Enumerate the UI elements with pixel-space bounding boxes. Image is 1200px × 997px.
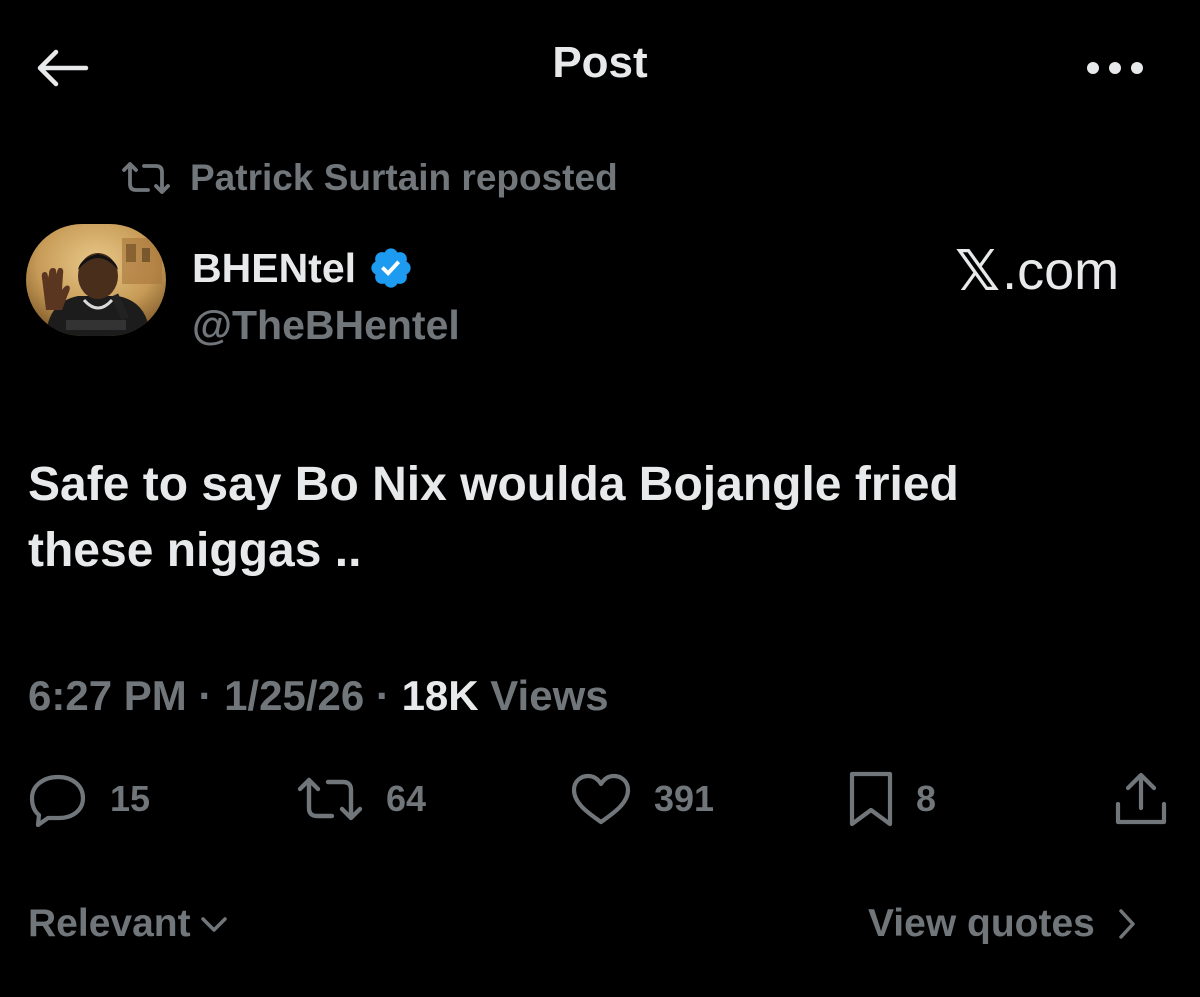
verified-badge-icon — [371, 248, 411, 288]
more-horizontal-icon — [1087, 62, 1143, 74]
post-text: Safe to say Bo Nix woulda Bojangle fried… — [28, 458, 959, 577]
share-icon — [1115, 772, 1167, 825]
repost-button[interactable]: 64 — [296, 768, 426, 830]
bookmark-button[interactable]: 8 — [848, 768, 936, 830]
repost-indicator[interactable]: Patrick Surtain reposted — [120, 152, 618, 204]
repost-text: Patrick Surtain reposted — [190, 157, 618, 198]
bookmark-icon — [849, 771, 893, 827]
source-label: .com — [1002, 241, 1120, 301]
meta-separator: · — [198, 672, 213, 719]
post-date: 1/25/26 — [224, 672, 365, 719]
reply-button[interactable]: 15 — [28, 768, 150, 830]
more-options-button[interactable] — [1080, 44, 1150, 92]
page-title: Post — [552, 38, 648, 87]
chevron-down-icon — [200, 917, 227, 932]
author-name-row[interactable]: BHENtel — [192, 240, 414, 296]
avatar[interactable] — [26, 224, 166, 336]
reply-count: 15 — [110, 778, 151, 819]
x-logo-icon: 𝕏 — [955, 239, 1001, 302]
arrow-left-icon — [37, 49, 89, 87]
author-handle[interactable]: @TheBHentel — [192, 302, 460, 349]
bookmark-count: 8 — [916, 778, 937, 819]
share-button[interactable] — [1112, 768, 1170, 830]
sort-dropdown[interactable]: Relevant — [28, 896, 229, 952]
page-title-container: Post — [0, 38, 1200, 88]
repost-count: 64 — [386, 778, 427, 819]
avatar-image — [26, 224, 166, 336]
like-count: 391 — [654, 778, 715, 819]
chevron-right-icon — [1119, 909, 1135, 939]
sort-label: Relevant — [28, 902, 191, 945]
heart-icon — [571, 773, 631, 825]
like-button[interactable]: 391 — [570, 768, 714, 830]
author-name: BHENtel — [192, 244, 357, 291]
post-meta: 6:27 PM · 1/25/26 · 18K Views — [28, 668, 609, 724]
view-quotes-label: View quotes — [868, 902, 1095, 945]
views-label: Views — [490, 672, 609, 719]
repost-icon — [122, 162, 170, 194]
meta-separator-2: · — [375, 672, 390, 719]
back-button[interactable] — [30, 40, 94, 96]
reply-icon — [29, 774, 86, 827]
repost-icon — [297, 777, 363, 821]
view-quotes-link[interactable]: View quotes — [868, 896, 1137, 952]
views-count[interactable]: 18K — [402, 672, 479, 720]
source-link[interactable]: 𝕏 .com — [955, 238, 1119, 304]
post-time: 6:27 PM — [28, 672, 187, 719]
